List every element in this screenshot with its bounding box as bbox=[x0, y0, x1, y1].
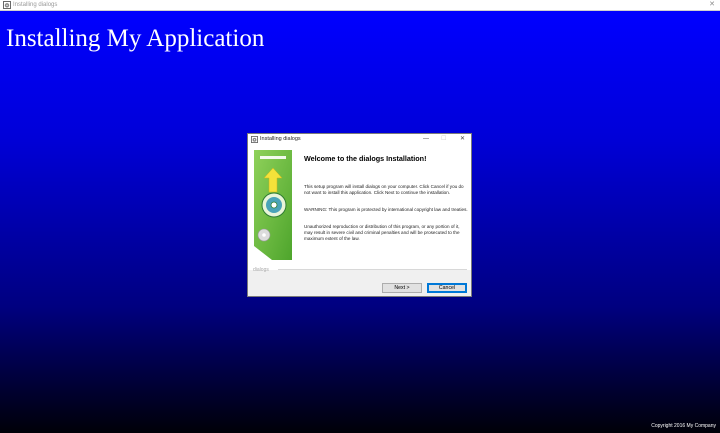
next-button[interactable]: Next > bbox=[382, 283, 422, 293]
minimize-button[interactable]: — bbox=[423, 134, 429, 145]
brand-label: dialogs bbox=[253, 267, 269, 273]
outer-window-title: Installing dialogs bbox=[13, 2, 58, 8]
welcome-heading: Welcome to the dialogs Installation! bbox=[304, 154, 427, 163]
cancel-button[interactable]: Cancel bbox=[427, 283, 467, 293]
footer-divider bbox=[278, 269, 467, 270]
outer-close-button[interactable]: ✕ bbox=[709, 0, 715, 10]
backdrop-title: Installing My Application bbox=[6, 25, 265, 52]
intro-paragraph: This setup program will install dialogs … bbox=[304, 184, 464, 195]
dialog-app-icon bbox=[251, 136, 258, 143]
dialog-titlebar: Installing dialogs — ☐ ✕ bbox=[248, 134, 471, 145]
legal-paragraph: Unauthorized reproduction or distributio… bbox=[304, 224, 460, 241]
warning-paragraph: WARNING: This program is protected by in… bbox=[304, 207, 468, 212]
maximize-button[interactable]: ☐ bbox=[441, 134, 446, 145]
installer-banner-cd-icon bbox=[254, 150, 292, 260]
dialog-footer: dialogs Next > Cancel bbox=[248, 267, 471, 296]
dialog-title: Installing dialogs bbox=[260, 136, 301, 142]
close-button[interactable]: ✕ bbox=[460, 134, 465, 145]
installer-app-icon bbox=[3, 1, 11, 9]
copyright-text: Copyright 2016 My Company bbox=[651, 423, 716, 429]
installer-dialog: Installing dialogs — ☐ ✕ Welcome to the … bbox=[247, 133, 472, 297]
outer-titlebar: Installing dialogs ✕ bbox=[0, 0, 720, 11]
